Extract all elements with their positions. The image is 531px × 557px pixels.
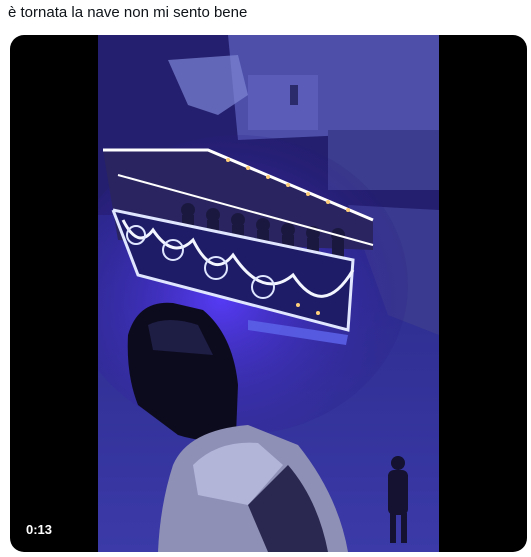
video-player[interactable]: 0:13	[10, 35, 527, 552]
video-timestamp: 0:13	[20, 519, 59, 540]
post-text: è tornata la nave non mi sento bene	[8, 4, 248, 21]
video-still	[98, 35, 439, 552]
video-frame[interactable]	[98, 35, 439, 552]
